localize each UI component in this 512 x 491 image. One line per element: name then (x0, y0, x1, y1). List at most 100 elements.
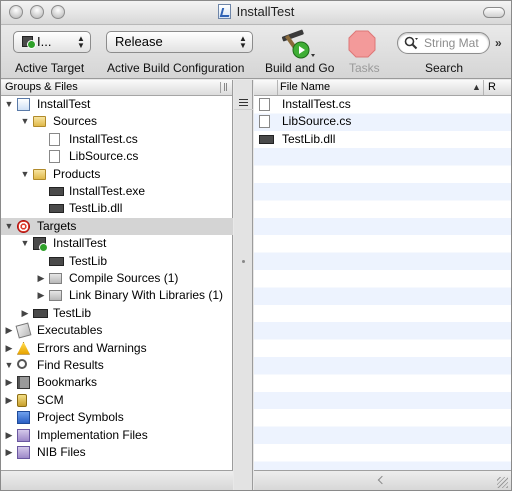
toolbar: I... ▲ ▼ Active Target Release ▲ ▼ Active … (1, 26, 511, 79)
sidebar-item[interactable]: ▶ Executables (1, 322, 233, 339)
pane-splitter[interactable] (234, 80, 253, 490)
column-header-r[interactable]: R (483, 80, 511, 95)
sidebar-item-label: Link Binary With Libraries (1) (69, 288, 224, 303)
disclosure-open-icon[interactable]: ▼ (20, 113, 30, 130)
sidebar-item[interactable]: ▼ InstallTest (1, 235, 233, 253)
folder-icon (33, 116, 46, 128)
project-window: InstallTest I... ▲ ▼ Active Target Releas… (0, 0, 512, 491)
build-phase-icon (49, 273, 62, 284)
column-header-icon[interactable] (254, 80, 278, 95)
groups-files-header[interactable]: Groups & Files (1, 80, 232, 96)
target-icon (17, 219, 30, 233)
document-icon (259, 98, 270, 111)
toolbar-overflow-chevron-icon[interactable]: » (495, 36, 502, 50)
bookmarks-icon (17, 376, 30, 390)
disclosure-open-icon[interactable]: ▼ (4, 357, 14, 374)
sidebar-item[interactable]: ▼ Sources (1, 113, 233, 130)
active-target-icon (33, 237, 48, 253)
sort-ascending-icon: ▲ (472, 82, 481, 92)
sidebar-item[interactable]: ▶ Compile Sources (1) (1, 270, 233, 287)
disclosure-closed-icon[interactable]: ▶ (4, 322, 14, 339)
sidebar-item[interactable]: ▼ InstallTest (1, 96, 233, 113)
disclosure-closed-icon[interactable]: ▶ (4, 374, 14, 391)
disclosure-closed-icon[interactable]: ▶ (4, 427, 14, 444)
disclosure-closed-icon[interactable]: ▶ (4, 444, 14, 461)
sidebar-item-label: Find Results (37, 358, 104, 372)
sidebar-item[interactable]: TestLib.dll (1, 200, 233, 217)
library-icon (49, 204, 64, 214)
sidebar-item[interactable]: ▶ SCM (1, 392, 233, 409)
action-menu-icon[interactable] (234, 96, 253, 110)
sidebar-item[interactable]: ▶ TestLib (1, 305, 233, 322)
folder-icon (33, 168, 46, 180)
sidebar-item[interactable]: LibSource.cs (1, 148, 233, 165)
sidebar-item-label: LibSource.cs (69, 149, 139, 164)
search-icon (404, 36, 418, 50)
project-icon (17, 98, 30, 111)
disclosure-closed-icon[interactable]: ▶ (36, 270, 46, 287)
sidebar-item-label: InstallTest.exe (69, 184, 146, 198)
project-icon (217, 4, 231, 19)
file-row[interactable]: LibSource.cs (254, 113, 511, 130)
build-phase-icon (49, 290, 62, 302)
sidebar-item[interactable]: ▶ NIB Files (1, 444, 233, 461)
sidebar-item-label: InstallTest (37, 97, 91, 111)
disclosure-closed-icon[interactable]: ▶ (20, 305, 30, 322)
file-name: TestLib.dll (282, 131, 336, 146)
column-header-file-name[interactable]: File Name (280, 80, 330, 95)
scm-icon (17, 393, 27, 407)
document-icon (259, 115, 270, 129)
symbols-icon (17, 411, 30, 425)
disclosure-open-icon[interactable]: ▼ (4, 96, 14, 113)
sidebar-item[interactable]: ▼ Products (1, 166, 233, 183)
sidebar-item[interactable]: ▶ Link Binary With Libraries (1) (1, 287, 233, 304)
sidebar-item-label: Compile Sources (1) (69, 271, 179, 285)
sidebar-item-label: Executables (37, 323, 103, 338)
disclosure-open-icon[interactable]: ▼ (4, 218, 14, 235)
disclosure-open-icon[interactable]: ▼ (20, 166, 30, 183)
build-and-go-label: Build and Go (265, 61, 335, 75)
sidebar-item[interactable]: Project Symbols (1, 409, 233, 426)
sidebar-item[interactable]: ▼ Targets (1, 217, 233, 236)
sidebar-item[interactable]: ▶ Errors and Warnings (1, 340, 233, 357)
sidebar-item[interactable]: TestLib (1, 253, 233, 270)
sidebar-item[interactable]: InstallTest.cs (1, 131, 233, 148)
sidebar-item-label: Targets (37, 218, 77, 233)
stop-tasks-icon[interactable] (348, 30, 376, 58)
search-label: Search (425, 61, 464, 75)
disclosure-open-icon[interactable]: ▼ (20, 235, 30, 252)
document-icon (49, 150, 60, 164)
file-list-body[interactable] (254, 96, 511, 470)
sidebar-item[interactable]: ▶ Implementation Files (1, 427, 233, 444)
window-title: InstallTest (1, 4, 511, 19)
disclosure-closed-icon[interactable]: ▶ (4, 392, 14, 409)
smart-group-icon (17, 446, 30, 459)
column-resize-icon[interactable] (220, 82, 230, 93)
sidebar-item-label: Project Symbols (37, 410, 124, 425)
disclosure-closed-icon[interactable]: ▶ (36, 287, 46, 304)
build-config-value: Release (115, 34, 163, 49)
left-status-bar (1, 470, 233, 490)
build-config-popup[interactable]: Release ▲ ▼ (106, 31, 253, 53)
sidebar-item-label: Sources (53, 114, 98, 129)
active-target-popup[interactable]: I... ▲ ▼ (13, 31, 91, 53)
sidebar-item-label: TestLib (53, 305, 92, 320)
window-resize-icon[interactable] (497, 477, 508, 488)
popup-arrows-icon: ▲ ▼ (239, 34, 247, 50)
sidebar-item[interactable]: InstallTest.exe (1, 183, 233, 200)
file-list-header: File Name ▲ R (254, 80, 511, 96)
active-target-value: I... (37, 34, 52, 49)
target-check-icon (22, 36, 36, 49)
disclosure-closed-icon[interactable]: ▶ (4, 340, 14, 357)
tasks-label: Tasks (349, 61, 380, 75)
toolbar-toggle-button[interactable] (483, 7, 505, 18)
build-and-go-icon[interactable] (279, 28, 317, 60)
search-input[interactable]: String Mat (397, 32, 490, 54)
file-row[interactable]: TestLib.dll (254, 131, 511, 148)
file-list-pane: File Name ▲ R InstallTest.cs LibSource.cs… (254, 80, 511, 470)
sidebar-item[interactable]: ▼ Find Results (1, 357, 233, 374)
groups-and-files-pane: Groups & Files ▼ InstallTest ▼ Sources Insta… (1, 80, 233, 470)
splitter-handle-icon[interactable] (242, 260, 245, 263)
file-row[interactable]: InstallTest.cs (254, 96, 511, 113)
sidebar-item[interactable]: ▶ Bookmarks (1, 374, 233, 391)
